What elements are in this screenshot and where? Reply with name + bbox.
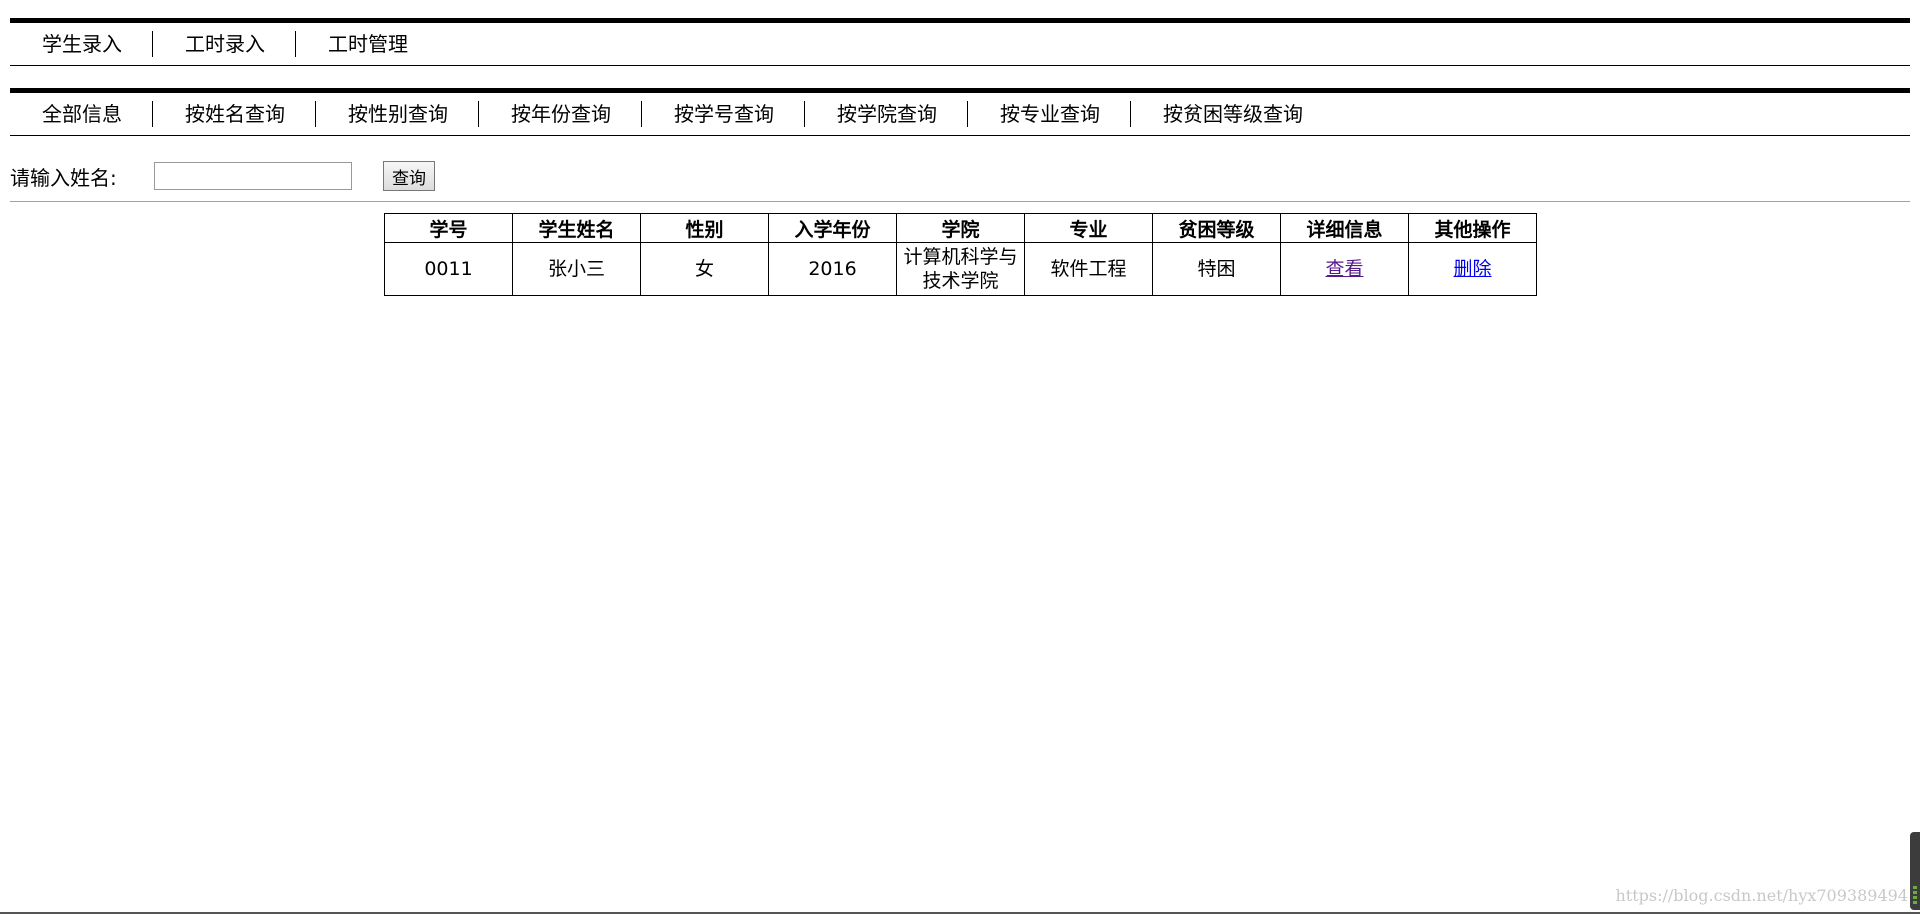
view-details-link[interactable]: 查看 — [1325, 258, 1363, 280]
table-header-row: 学号 学生姓名 性别 入学年份 学院 专业 贫困等级 详细信息 其他操作 — [384, 213, 1537, 243]
query-tab-by-gender[interactable]: 按性别查询 — [315, 101, 478, 127]
column-header-major: 专业 — [1024, 213, 1153, 243]
query-tab-by-college[interactable]: 按学院查询 — [804, 101, 967, 127]
cell-poverty-level: 特困 — [1152, 242, 1281, 296]
query-tab-by-major[interactable]: 按专业查询 — [967, 101, 1130, 127]
delete-link[interactable]: 删除 — [1453, 258, 1491, 280]
query-menu-bottom-border — [10, 135, 1910, 136]
table-row: 0011 张小三 女 2016 计算机科学与技术学院 软件工程 特困 查看 删除 — [384, 242, 1537, 296]
top-menu-bar: 学生录入 工时录入 工时管理 — [10, 18, 1910, 66]
cell-student-name: 张小三 — [512, 242, 641, 296]
watermark: https://blog.csdn.net/hyx709389494 — [1615, 886, 1909, 905]
student-table: 学号 学生姓名 性别 入学年份 学院 专业 贫困等级 详细信息 其他操作 001… — [384, 213, 1537, 296]
query-tab-by-student-id[interactable]: 按学号查询 — [641, 101, 804, 127]
name-search-input[interactable] — [154, 162, 352, 190]
column-header-enroll-year: 入学年份 — [768, 213, 897, 243]
cell-student-id: 0011 — [384, 242, 513, 296]
search-form: 请输入姓名: 查询 — [10, 161, 435, 191]
nav-item-hours-entry[interactable]: 工时录入 — [152, 31, 295, 57]
page: 学生录入 工时录入 工时管理 全部信息 按姓名查询 按性别查询 按年份查询 按学… — [0, 0, 1920, 914]
search-label: 请输入姓名: — [10, 165, 117, 190]
column-header-details: 详细信息 — [1280, 213, 1409, 243]
divider — [10, 201, 1910, 202]
top-menu-items: 学生录入 工时录入 工时管理 — [10, 23, 1910, 65]
column-header-gender: 性别 — [640, 213, 769, 243]
column-header-college: 学院 — [896, 213, 1025, 243]
top-menu-bottom-border — [10, 65, 1910, 66]
query-menu-bar: 全部信息 按姓名查询 按性别查询 按年份查询 按学号查询 按学院查询 按专业查询… — [10, 88, 1910, 136]
query-tab-by-year[interactable]: 按年份查询 — [478, 101, 641, 127]
search-button[interactable]: 查询 — [383, 161, 435, 191]
cell-details: 查看 — [1280, 242, 1409, 296]
column-header-actions: 其他操作 — [1408, 213, 1537, 243]
nav-item-student-entry[interactable]: 学生录入 — [10, 31, 152, 57]
column-header-student-id: 学号 — [384, 213, 513, 243]
cell-actions: 删除 — [1408, 242, 1537, 296]
query-tab-by-poverty-level[interactable]: 按贫困等级查询 — [1130, 101, 1333, 127]
cell-college: 计算机科学与技术学院 — [896, 242, 1025, 296]
cell-major: 软件工程 — [1024, 242, 1153, 296]
speed-meter-widget[interactable] — [1910, 832, 1920, 910]
cell-gender: 女 — [640, 242, 769, 296]
query-tab-by-name[interactable]: 按姓名查询 — [152, 101, 315, 127]
column-header-poverty-level: 贫困等级 — [1152, 213, 1281, 243]
query-tab-all[interactable]: 全部信息 — [10, 101, 152, 127]
column-header-student-name: 学生姓名 — [512, 213, 641, 243]
cell-enroll-year: 2016 — [768, 242, 897, 296]
nav-item-hours-management[interactable]: 工时管理 — [295, 31, 438, 57]
query-menu-items: 全部信息 按姓名查询 按性别查询 按年份查询 按学号查询 按学院查询 按专业查询… — [10, 93, 1910, 135]
